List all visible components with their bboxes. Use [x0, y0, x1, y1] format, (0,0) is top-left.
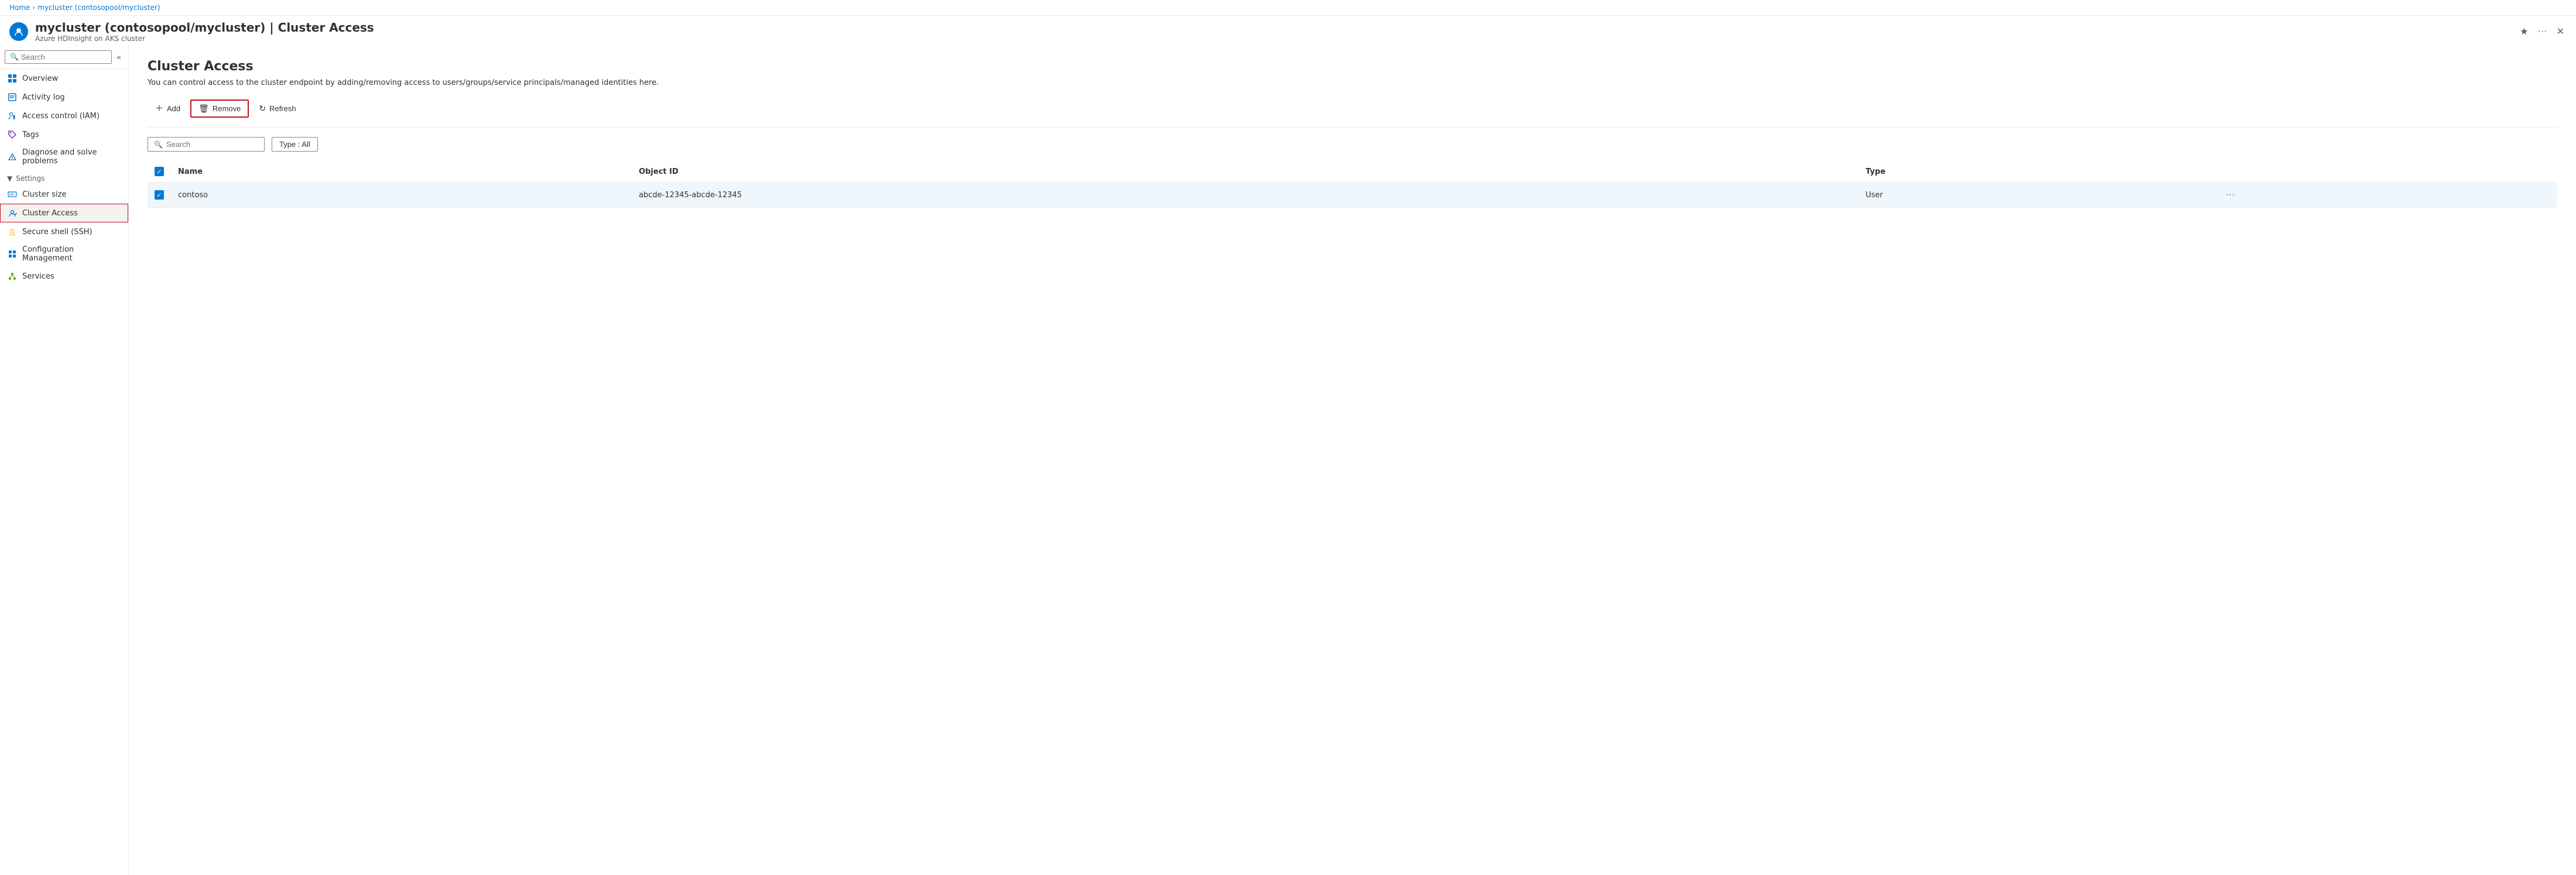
access-table: Name Object ID Type contoso abcde-12345-…	[148, 161, 2557, 208]
sidebar-item-diagnose[interactable]: Diagnose and solve problems	[0, 144, 128, 170]
sidebar-item-ssh-label: Secure shell (SSH)	[22, 228, 121, 236]
sidebar-search-icon: 🔍	[10, 53, 19, 61]
trash-icon: 🗑	[198, 104, 209, 114]
sidebar-item-tags[interactable]: Tags	[0, 125, 128, 144]
page-title-main: mycluster (contosopool/mycluster) | Clus…	[35, 20, 2510, 35]
sidebar: 🔍 « Overview	[0, 45, 129, 875]
sidebar-item-config-label: Configuration Management	[22, 245, 121, 263]
col-checkbox	[148, 161, 171, 183]
col-object-id: Object ID	[632, 161, 1859, 183]
search-filter: 🔍	[148, 137, 265, 152]
header-actions: ★ ··· ✕	[2517, 23, 2567, 40]
page-subtitle: Azure HDInsight on AKS cluster	[35, 35, 2510, 43]
cluster-icon	[9, 22, 28, 41]
sidebar-item-activity-log[interactable]: Activity log	[0, 88, 128, 107]
sidebar-item-access-control[interactable]: Access control (IAM)	[0, 107, 128, 125]
sidebar-item-cluster-size[interactable]: Cluster size	[0, 185, 128, 204]
sidebar-search-input[interactable]	[21, 53, 107, 61]
sidebar-search-row: 🔍 «	[0, 45, 128, 69]
sidebar-item-diagnose-label: Diagnose and solve problems	[22, 148, 121, 166]
page-header: mycluster (contosopool/mycluster) | Clus…	[0, 16, 2576, 45]
sidebar-item-iam-label: Access control (IAM)	[22, 112, 121, 121]
sidebar-search-wrap: 🔍	[5, 50, 112, 64]
sidebar-item-cluster-access[interactable]: Cluster Access	[0, 204, 128, 222]
content-page-title: Cluster Access	[148, 59, 2557, 74]
row-actions-cell: ···	[2214, 183, 2557, 208]
more-options-button[interactable]: ···	[2536, 24, 2550, 39]
sidebar-item-tags-label: Tags	[22, 131, 121, 139]
sidebar-item-config-management[interactable]: Configuration Management	[0, 241, 128, 267]
diagnose-icon	[7, 152, 18, 162]
row-checkbox[interactable]	[155, 190, 164, 200]
sidebar-item-secure-shell[interactable]: Secure shell (SSH)	[0, 222, 128, 241]
add-button[interactable]: ＋ Add	[148, 99, 188, 118]
activity-log-icon	[7, 92, 18, 102]
sidebar-item-activity-log-label: Activity log	[22, 93, 121, 102]
header-checkbox[interactable]	[155, 167, 164, 176]
settings-chevron: ▼	[7, 174, 12, 183]
breadcrumb-home[interactable]: Home	[9, 4, 30, 12]
header-title-block: mycluster (contosopool/mycluster) | Clus…	[35, 20, 2510, 43]
overview-icon	[7, 73, 18, 84]
sidebar-item-services[interactable]: Services	[0, 267, 128, 286]
sidebar-item-cluster-size-label: Cluster size	[22, 190, 121, 199]
sidebar-nav: Overview Activity log	[0, 69, 128, 875]
breadcrumb: Home › mycluster (contosopool/mycluster)	[0, 0, 2576, 16]
config-management-icon	[7, 249, 18, 259]
close-button[interactable]: ✕	[2554, 23, 2567, 40]
breadcrumb-cluster[interactable]: mycluster (contosopool/mycluster)	[37, 4, 160, 12]
filter-search-input[interactable]	[166, 140, 248, 149]
filter-search-icon: 🔍	[154, 140, 163, 149]
tags-icon	[7, 129, 18, 140]
ssh-icon	[7, 227, 18, 237]
type-filter-button[interactable]: Type : All	[272, 137, 318, 152]
toolbar: ＋ Add 🗑 Remove ↻ Refresh	[148, 99, 2557, 118]
row-more-button[interactable]: ···	[2221, 188, 2239, 201]
table-row[interactable]: contoso abcde-12345-abcde-12345 User ···	[148, 183, 2557, 208]
services-icon	[7, 271, 18, 282]
content-area: Cluster Access You can control access to…	[129, 45, 2576, 875]
refresh-button[interactable]: ↻ Refresh	[251, 100, 303, 117]
sidebar-item-cluster-access-label: Cluster Access	[22, 209, 121, 218]
sidebar-item-overview[interactable]: Overview	[0, 69, 128, 88]
col-actions	[2214, 161, 2557, 183]
row-object-id: abcde-12345-abcde-12345	[632, 183, 1859, 208]
row-type: User	[1859, 183, 2214, 208]
cluster-access-icon	[7, 208, 18, 218]
settings-label: Settings	[16, 174, 44, 183]
add-icon: ＋	[155, 102, 163, 114]
iam-icon	[7, 111, 18, 121]
cluster-size-icon	[7, 189, 18, 200]
settings-section[interactable]: ▼ Settings	[0, 170, 128, 185]
filter-row: 🔍 Type : All	[148, 137, 2557, 152]
col-type: Type	[1859, 161, 2214, 183]
sidebar-collapse-button[interactable]: «	[114, 50, 124, 64]
refresh-icon: ↻	[259, 104, 266, 114]
sidebar-item-overview-label: Overview	[22, 74, 121, 83]
content-page-desc: You can control access to the cluster en…	[148, 78, 2557, 87]
row-name[interactable]: contoso	[171, 183, 632, 208]
table-header-row: Name Object ID Type	[148, 161, 2557, 183]
col-name: Name	[171, 161, 632, 183]
remove-button[interactable]: 🗑 Remove	[190, 99, 249, 118]
sidebar-item-services-label: Services	[22, 272, 121, 281]
toolbar-divider	[148, 127, 2557, 128]
row-checkbox-cell	[148, 183, 171, 208]
favorite-button[interactable]: ★	[2517, 23, 2530, 40]
